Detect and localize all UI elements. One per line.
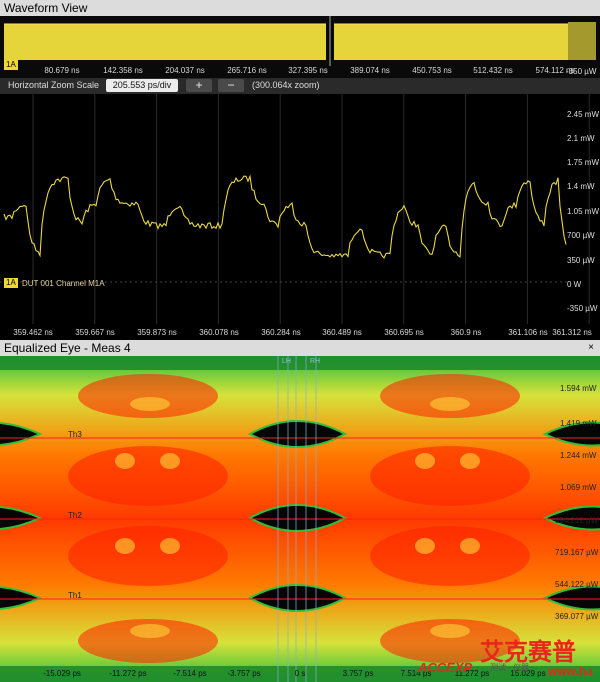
eye-y-tick: 719.167 µW bbox=[555, 548, 599, 557]
overview-tick: 265.716 ns bbox=[227, 66, 267, 75]
zoom-x-tick: 361.106 ns bbox=[508, 328, 548, 337]
overview-trace bbox=[4, 16, 596, 66]
eye-y-tick: 1.594 mW bbox=[560, 384, 597, 393]
watermark-url: www.ha bbox=[548, 664, 593, 678]
overview-tick: 142.358 ns bbox=[103, 66, 143, 75]
watermark-sub: 测试 · 仪器 bbox=[490, 663, 530, 672]
zoom-in-button[interactable]: + bbox=[186, 79, 212, 92]
eye-x-tick: -11.272 ps bbox=[109, 669, 147, 678]
zoom-y-tick: 2.1 mW bbox=[567, 134, 595, 143]
horizontal-zoom-bar: Horizontal Zoom Scale 205.553 ps/div + −… bbox=[0, 78, 600, 94]
zoom-y-tick: 1.75 mW bbox=[567, 158, 600, 167]
threshold-label: Th1 bbox=[68, 591, 82, 600]
zoom-channel-badge[interactable]: 1A bbox=[4, 278, 18, 288]
zoom-y-tick: 1.05 mW bbox=[567, 207, 600, 216]
cursor-rh-label[interactable]: RH bbox=[310, 358, 320, 365]
zoom-y-tick: 1.4 mW bbox=[567, 182, 595, 191]
overview-tick: 80.679 ns bbox=[44, 66, 80, 75]
overview-tick: 204.037 ns bbox=[165, 66, 205, 75]
eye-y-tick: 1.419 mW bbox=[560, 419, 597, 428]
zoom-x-tick: 359.462 ns bbox=[13, 328, 53, 337]
zoom-scale-label: Horizontal Zoom Scale bbox=[8, 80, 100, 90]
overview-tick: 389.074 ns bbox=[350, 66, 390, 75]
eye-x-tick: 0 s bbox=[294, 669, 306, 678]
zoom-waveform-trace bbox=[0, 94, 590, 324]
zoom-x-tick: 361.312 ns bbox=[552, 328, 592, 337]
eye-x-tick: 3.757 ps bbox=[342, 669, 374, 678]
eye-y-tick: 544.122 µW bbox=[555, 580, 599, 589]
zoom-x-tick: 359.667 ns bbox=[75, 328, 115, 337]
threshold-label: Th2 bbox=[68, 511, 82, 520]
zoom-waveform-panel[interactable]: 1A DUT 001 Channel M1A 2.45 mW 2.1 mW 1.… bbox=[0, 94, 600, 340]
overview-tick: 574.112 ns bbox=[535, 66, 575, 75]
watermark-logo: 艾克赛普 ACCEXP 测试 · 仪器 www.ha bbox=[418, 628, 600, 682]
zoom-x-tick: 360.489 ns bbox=[322, 328, 362, 337]
zoom-y-tick: -350 µW bbox=[567, 304, 598, 313]
zoom-x-tick: 360.078 ns bbox=[199, 328, 239, 337]
cursor-lh-label[interactable]: LH bbox=[282, 358, 291, 365]
zoom-x-tick: 359.873 ns bbox=[137, 328, 177, 337]
close-icon[interactable]: × bbox=[586, 343, 596, 353]
eye-y-tick: 1.069 mW bbox=[560, 483, 597, 492]
zoom-factor: (300.064x zoom) bbox=[252, 80, 320, 90]
eye-y-tick: 369.077 µW bbox=[555, 612, 599, 621]
overview-x-axis: 80.679 ns 142.358 ns 204.037 ns 265.716 … bbox=[0, 66, 600, 78]
zoom-x-tick: 360.284 ns bbox=[261, 328, 301, 337]
equalized-eye-panel[interactable]: LH RH Th3 Th2 Th1 1.594 mW 1.419 mW 1.24… bbox=[0, 356, 600, 682]
eye-y-tick: 1.244 mW bbox=[560, 451, 597, 460]
overview-tick: 327.395 ns bbox=[288, 66, 328, 75]
zoom-y-tick: 350 µW bbox=[567, 256, 595, 265]
waveform-view-title: Waveform View bbox=[0, 0, 600, 16]
eye-x-tick: -3.757 ps bbox=[227, 669, 261, 678]
eye-x-tick: -15.029 ps bbox=[43, 669, 81, 678]
threshold-label: Th3 bbox=[68, 430, 82, 439]
zoom-out-button[interactable]: − bbox=[218, 79, 244, 92]
zoom-channel-name: DUT 001 Channel M1A bbox=[22, 279, 105, 288]
zoom-x-tick: 360.695 ns bbox=[384, 328, 424, 337]
zoom-y-tick: 0 W bbox=[567, 280, 582, 289]
zoom-y-tick: 700 µW bbox=[567, 231, 595, 240]
eye-x-tick: -7.514 ps bbox=[173, 669, 207, 678]
eye-panel-title: Equalized Eye - Meas 4 bbox=[0, 340, 600, 356]
zoom-x-tick: 360.9 ns bbox=[450, 328, 482, 337]
overview-tick: 512.432 ns bbox=[473, 66, 513, 75]
watermark-brand: ACCEXP bbox=[418, 660, 473, 675]
zoom-y-tick: 2.45 mW bbox=[567, 110, 600, 119]
overview-tick: 450.753 ns bbox=[412, 66, 452, 75]
zoom-scale-input[interactable]: 205.553 ps/div bbox=[106, 79, 178, 92]
eye-y-tick: 894.212 µW bbox=[555, 516, 599, 525]
